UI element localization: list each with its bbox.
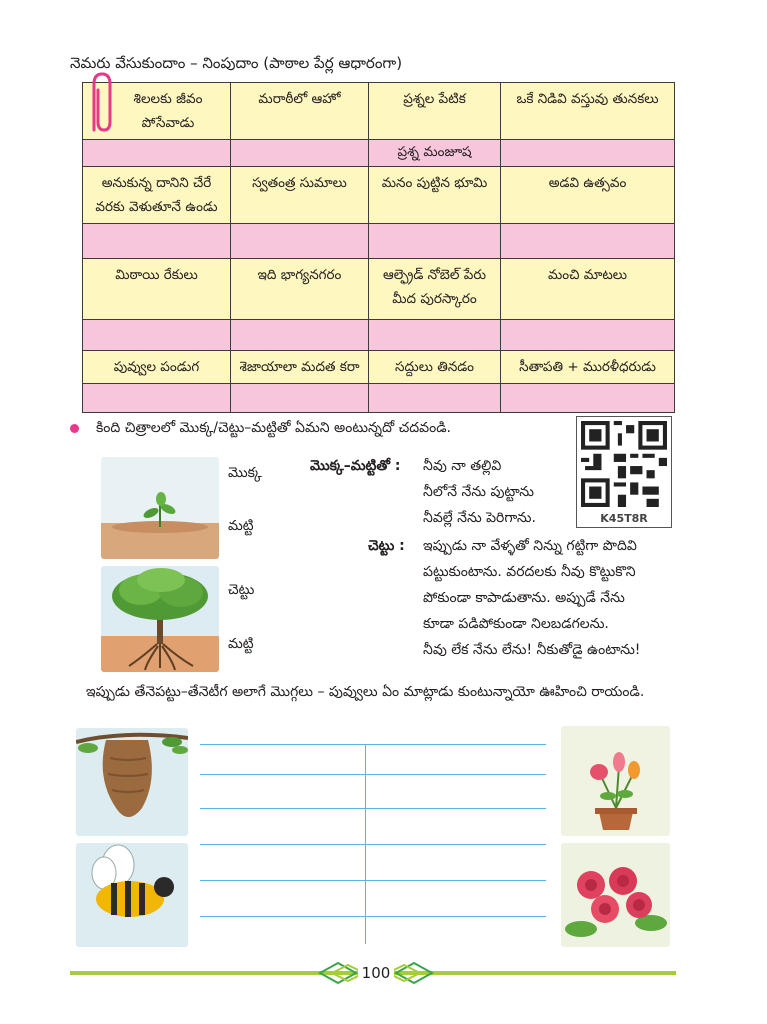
- speaker-tree: చెట్టు :: [368, 538, 405, 554]
- qr-code-label: K45T8R: [600, 512, 648, 525]
- bee-icon: [76, 843, 188, 947]
- paperclip-icon: [92, 72, 112, 132]
- table-cell: సీతాపతి + మురళీధరుడు: [500, 350, 675, 384]
- table-cell: ఒకే నిడివి వస్తువు తునకలు: [500, 82, 675, 140]
- roses-icon: [561, 843, 670, 947]
- dialogue-line: నీవల్లే నేను పెరిగాను.: [423, 510, 536, 526]
- dialogue-line: పోకుండా కాపాడుతాను. అప్పుడే నేను: [423, 590, 625, 606]
- table-cell-blank[interactable]: [368, 319, 501, 351]
- table-cell-blank[interactable]: [500, 139, 675, 167]
- instruction-write: ఇప్పుడు తేనెపట్టు–తేనెటీగ అలాగే మొగ్గలు …: [86, 684, 645, 700]
- table-cell: స్వతంత్ర సుమాలు: [230, 166, 369, 224]
- beehive-image: [76, 728, 188, 836]
- table-cell-blank[interactable]: [230, 139, 369, 167]
- table-cell-blank[interactable]: [230, 319, 369, 351]
- page-number: 100: [358, 962, 394, 984]
- table-cell-blank[interactable]: [368, 383, 501, 413]
- table-cell: మిఠాయి రేకులు: [82, 258, 231, 320]
- sapling-label: మొక్క: [228, 465, 262, 481]
- table-cell: పువ్వుల పండుగ: [82, 350, 231, 384]
- table-cell: ఇది భాగ్యనగరం: [230, 258, 369, 320]
- sapling-icon: [101, 457, 219, 559]
- table-cell-blank[interactable]: [82, 223, 231, 259]
- flower-pot-icon: [561, 726, 670, 836]
- exercise-title: నెమరు వేసుకుందాం – నింపుదాం (పాఠాల పేర్ల…: [70, 54, 403, 72]
- table-cell: ప్రశ్నల పేటిక: [368, 82, 501, 140]
- instruction-read: కింది చిత్రాలలో మొక్క/చెట్టు–మట్టితో ఏమన…: [96, 420, 452, 436]
- table-cell-blank[interactable]: [82, 383, 231, 413]
- soil-label: మట్టి: [228, 636, 254, 652]
- table-cell: మంచి మాటలు: [500, 258, 675, 320]
- table-cell: సద్దులు తినడం: [368, 350, 501, 384]
- speaker-sapling: మొక్క–మట్టితో :: [310, 458, 401, 474]
- dialogue-line: నీవు లేక నేను లేను! నీకుతోడై ఉంటాను!: [423, 642, 641, 658]
- bullet-icon: [70, 424, 79, 433]
- dialogue-line: కూడా పడిపోకుండా నిలబడగలను.: [423, 616, 609, 632]
- table-cell-blank[interactable]: [500, 319, 675, 351]
- flower-pot-image: [561, 726, 670, 836]
- table-cell-blank[interactable]: [500, 383, 675, 413]
- roses-image: [561, 843, 670, 947]
- table-cell: అడవి ఉత్సవం: [500, 166, 675, 224]
- qr-code[interactable]: K45T8R: [576, 416, 672, 528]
- bee-image: [76, 843, 188, 947]
- qr-pattern-icon: [581, 421, 667, 507]
- table-cell-blank[interactable]: [500, 223, 675, 259]
- table-cell-blank[interactable]: [230, 223, 369, 259]
- table-cell-blank[interactable]: [368, 223, 501, 259]
- table-cell: ఆల్ఫ్రెడ్ నోబెల్ పేరు మీద పురస్కారం: [368, 258, 501, 320]
- table-cell: అనుకున్న దానిని చేరే వరకు వెళుతూనే ఉండు: [82, 166, 231, 224]
- dialogue-line: ఇప్పుడు నా వేళ్ళతో నిన్ను గట్టిగా పొదివి: [423, 538, 637, 554]
- table-cell: శెజాయాలా మదత కరా: [230, 350, 369, 384]
- soil-label: మట్టి: [228, 518, 254, 534]
- dialogue-line: నీలోనే నేను పుట్టాను: [423, 484, 534, 500]
- dialogue-line: పట్టుకుంటాను. వరదలకు నీవు కొట్టుకొని: [423, 564, 636, 580]
- table-cell-blank[interactable]: [82, 319, 231, 351]
- table-cell: ప్రశ్న మంజూష: [368, 139, 501, 167]
- lesson-names-table: శిలలకు జీవం పోసేవాడు మరాఠీలో ఆహో ప్రశ్నల…: [82, 82, 675, 413]
- sapling-image: [101, 457, 219, 559]
- table-cell-blank[interactable]: [82, 139, 231, 167]
- writing-area[interactable]: [200, 744, 546, 944]
- tree-image: [101, 566, 219, 672]
- table-cell: మరాఠీలో ఆహో: [230, 82, 369, 140]
- table-cell-blank[interactable]: [230, 383, 369, 413]
- tree-icon: [101, 566, 219, 672]
- beehive-icon: [76, 728, 188, 836]
- dialogue-line: నీవు నా తల్లివి: [423, 458, 502, 474]
- tree-label: చెట్టు: [228, 582, 255, 598]
- table-cell: మనం పుట్టిన భూమి: [368, 166, 501, 224]
